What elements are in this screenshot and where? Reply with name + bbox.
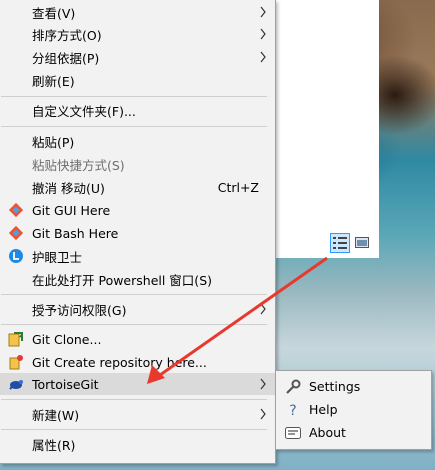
submenu-item-label: Help bbox=[309, 402, 338, 417]
chevron-right-icon bbox=[260, 378, 266, 390]
menu-item-label: 新建(W) bbox=[32, 407, 80, 423]
menu-item-undo-move[interactable]: 撤消 移动(U) Ctrl+Z bbox=[0, 176, 275, 198]
menu-separator bbox=[1, 294, 267, 295]
menu-item-new[interactable]: 新建(W) bbox=[0, 403, 275, 425]
menu-item-label: 授予访问权限(G) bbox=[32, 302, 127, 318]
menu-item-label: 刷新(E) bbox=[32, 73, 75, 89]
view-mode-buttons bbox=[330, 233, 374, 255]
submenu-item-help[interactable]: ? Help bbox=[276, 398, 431, 421]
menu-item-label: TortoiseGit bbox=[32, 376, 99, 392]
submenu-item-about[interactable]: About bbox=[276, 421, 431, 444]
submenu-item-settings[interactable]: Settings bbox=[276, 375, 431, 398]
tortoisegit-icon bbox=[9, 380, 23, 390]
menu-item-git-gui-here[interactable]: Git GUI Here bbox=[0, 199, 275, 221]
menu-separator bbox=[1, 126, 267, 127]
menu-item-label: 查看(V) bbox=[32, 5, 76, 21]
menu-item-label: 在此处打开 Powershell 窗口(S) bbox=[32, 272, 212, 288]
chevron-right-icon bbox=[260, 28, 266, 40]
menu-item-refresh[interactable]: 刷新(E) bbox=[0, 69, 275, 91]
menu-item-git-create-repository[interactable]: Git Create repository here... bbox=[0, 351, 275, 373]
menu-item-customize-folder[interactable]: 自定义文件夹(F)... bbox=[0, 99, 275, 121]
menu-item-sort-by[interactable]: 排序方式(O) bbox=[0, 23, 275, 45]
menu-item-label: 分组依据(P) bbox=[32, 50, 100, 66]
git-gui-icon bbox=[8, 202, 24, 218]
chevron-right-icon bbox=[260, 408, 266, 420]
menu-item-label: 护眼卫士 bbox=[32, 249, 83, 265]
menu-separator bbox=[1, 324, 267, 325]
menu-item-give-access[interactable]: 授予访问权限(G) bbox=[0, 298, 275, 320]
details-view-icon bbox=[333, 237, 347, 249]
git-clone-icon bbox=[8, 332, 23, 347]
menu-item-label: Git Bash Here bbox=[32, 225, 119, 241]
git-create-repo-icon bbox=[9, 355, 23, 370]
menu-item-tortoisegit[interactable]: TortoiseGit bbox=[0, 373, 275, 395]
chevron-right-icon bbox=[260, 51, 266, 63]
menu-item-label: 撤消 移动(U) bbox=[32, 180, 105, 196]
menu-item-label: 自定义文件夹(F)... bbox=[32, 103, 136, 119]
svg-text:?: ? bbox=[289, 403, 296, 419]
menu-separator bbox=[1, 429, 267, 430]
chevron-right-icon bbox=[260, 303, 266, 315]
details-view-button[interactable] bbox=[330, 233, 350, 253]
menu-item-view[interactable]: 查看(V) bbox=[0, 1, 275, 23]
menu-item-label: Git Clone... bbox=[32, 331, 102, 347]
about-icon bbox=[285, 427, 301, 439]
submenu-item-label: About bbox=[309, 425, 346, 440]
menu-separator bbox=[1, 399, 267, 400]
chevron-right-icon bbox=[260, 6, 266, 18]
menu-item-label: Git GUI Here bbox=[32, 202, 111, 218]
eye-guard-icon bbox=[9, 249, 23, 263]
menu-item-open-powershell[interactable]: 在此处打开 Powershell 窗口(S) bbox=[0, 268, 275, 290]
menu-item-label: Git Create repository here... bbox=[32, 354, 207, 370]
menu-item-label: 粘贴快捷方式(S) bbox=[32, 157, 125, 173]
menu-item-eye-protection[interactable]: 护眼卫士 bbox=[0, 245, 275, 267]
large-icons-view-icon bbox=[355, 237, 369, 248]
settings-wrench-icon bbox=[286, 379, 301, 394]
menu-item-paste-shortcut: 粘贴快捷方式(S) bbox=[0, 153, 275, 175]
menu-item-paste[interactable]: 粘贴(P) bbox=[0, 130, 275, 152]
menu-item-label: 粘贴(P) bbox=[32, 134, 75, 150]
menu-separator bbox=[1, 96, 267, 97]
large-icons-view-button[interactable] bbox=[352, 233, 372, 253]
menu-item-properties[interactable]: 属性(R) bbox=[0, 433, 275, 455]
menu-item-group-by[interactable]: 分组依据(P) bbox=[0, 46, 275, 68]
menu-item-label: 属性(R) bbox=[32, 437, 76, 453]
menu-item-git-bash-here[interactable]: Git Bash Here bbox=[0, 222, 275, 244]
menu-item-git-clone[interactable]: Git Clone... bbox=[0, 328, 275, 350]
shortcut-text: Ctrl+Z bbox=[217, 179, 259, 195]
help-icon: ? bbox=[289, 403, 296, 419]
tortoisegit-submenu: Settings ? Help About bbox=[275, 370, 432, 450]
git-bash-icon bbox=[8, 225, 24, 241]
menu-item-label: 排序方式(O) bbox=[32, 27, 102, 43]
context-menu: 查看(V) 排序方式(O) 分组依据(P) 刷新(E) 自定义文件夹(F)...… bbox=[0, 0, 276, 464]
submenu-item-label: Settings bbox=[309, 379, 361, 394]
